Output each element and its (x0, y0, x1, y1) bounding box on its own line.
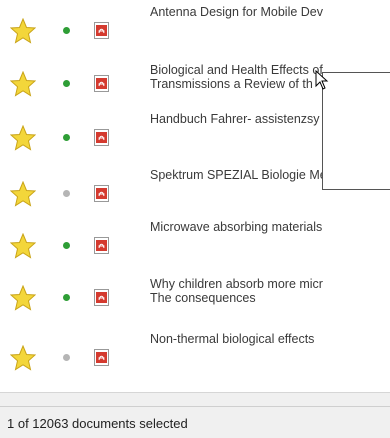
pdf-icon[interactable] (94, 129, 109, 146)
pdf-icon[interactable] (94, 289, 109, 306)
status-dot-icon (63, 294, 70, 301)
pdf-icon[interactable] (94, 237, 109, 254)
star-icon[interactable] (10, 233, 36, 259)
status-dot-icon (63, 134, 70, 141)
pdf-icon[interactable] (94, 349, 109, 366)
document-title[interactable]: Microwave absorbing materials (150, 220, 390, 234)
star-icon[interactable] (10, 181, 36, 207)
status-dot-icon (63, 80, 70, 87)
status-bar: 1 of 12063 documents selected (0, 406, 390, 438)
horizontal-scrollbar[interactable] (0, 392, 390, 407)
pdf-icon[interactable] (94, 185, 109, 202)
star-icon[interactable] (10, 125, 36, 151)
document-title[interactable]: Non-thermal biological effects (150, 332, 390, 346)
document-row[interactable]: Non-thermal biological effects (0, 330, 390, 382)
document-list[interactable]: Antenna Design for Mobile Dev Biological … (0, 0, 390, 392)
star-icon[interactable] (10, 18, 36, 44)
star-icon[interactable] (10, 71, 36, 97)
status-dot-icon (63, 354, 70, 361)
document-row[interactable]: Antenna Design for Mobile Dev (0, 3, 390, 55)
status-dot-icon (63, 190, 70, 197)
tooltip-popup (322, 72, 390, 190)
status-dot-icon (63, 27, 70, 34)
star-icon[interactable] (10, 285, 36, 311)
pdf-icon[interactable] (94, 22, 109, 39)
document-row[interactable]: Microwave absorbing materials (0, 218, 390, 270)
mouse-cursor-icon (315, 70, 329, 90)
document-title[interactable]: Antenna Design for Mobile Dev (150, 5, 390, 19)
pdf-icon[interactable] (94, 75, 109, 92)
document-row[interactable]: Why children absorb more micr The conseq… (0, 270, 390, 322)
star-icon[interactable] (10, 345, 36, 371)
status-dot-icon (63, 242, 70, 249)
document-title[interactable]: Why children absorb more micr The conseq… (150, 277, 390, 305)
selection-count-text: 1 of 12063 documents selected (7, 416, 188, 431)
